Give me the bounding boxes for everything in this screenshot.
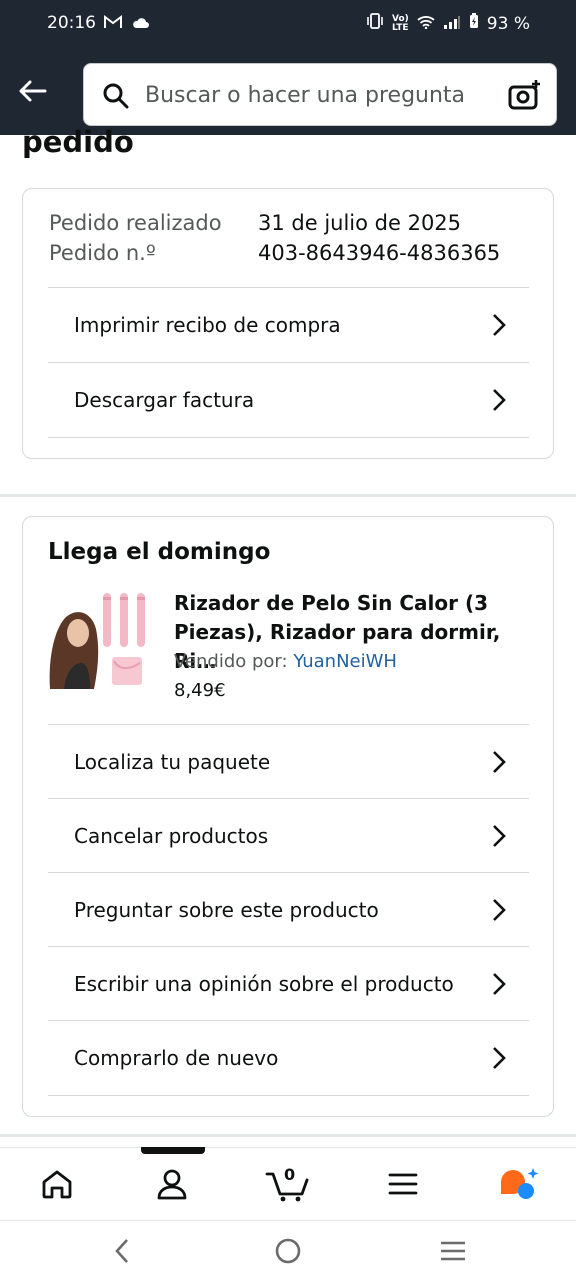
print-receipt-link[interactable]: Imprimir recibo de compra xyxy=(48,287,529,362)
download-invoice-link[interactable]: Descargar factura xyxy=(48,362,529,437)
nav-account[interactable] xyxy=(148,1164,196,1204)
chevron-right-icon xyxy=(485,896,513,924)
battery-level: 93 % xyxy=(486,13,530,34)
write-review-label: Escribir una opinión sobre el producto xyxy=(74,972,454,996)
chevron-right-icon xyxy=(485,822,513,850)
home-circle-icon xyxy=(275,1238,301,1264)
order-placed-value: 31 de julio de 2025 xyxy=(258,211,462,235)
active-tab-indicator xyxy=(141,1147,205,1154)
download-invoice-label: Descargar factura xyxy=(74,388,255,412)
signal-icon xyxy=(443,14,461,34)
system-nav-bar xyxy=(0,1220,576,1280)
back-chevron-icon xyxy=(115,1239,128,1263)
seller-info: Vendido por: YuanNeiWH xyxy=(174,651,397,672)
status-bar: 20:16 Vo) LTE 93 % xyxy=(0,0,576,48)
shipment-card: Llega el domingo Rizador de Pelo Sin Cal… xyxy=(22,516,554,1117)
product-image[interactable] xyxy=(48,589,152,693)
account-icon xyxy=(157,1169,187,1200)
write-review-link[interactable]: Escribir una opinión sobre el producto xyxy=(48,946,529,1021)
chevron-right-icon xyxy=(485,311,513,339)
track-package-link[interactable]: Localiza tu paquete xyxy=(48,724,529,799)
camera-search-icon[interactable] xyxy=(508,78,542,116)
track-package-label: Localiza tu paquete xyxy=(74,750,271,774)
home-icon xyxy=(42,1170,72,1199)
status-time: 20:16 xyxy=(47,13,96,33)
chevron-right-icon xyxy=(485,970,513,998)
buy-again-label: Comprarlo de nuevo xyxy=(74,1046,279,1070)
order-placed-label: Pedido realizado xyxy=(49,211,222,235)
nav-menu[interactable] xyxy=(379,1164,427,1204)
chevron-right-icon xyxy=(485,748,513,776)
order-number-value: 403-8643946-4836365 xyxy=(258,241,501,265)
ask-product-label: Preguntar sobre este producto xyxy=(74,898,379,922)
volte-icon: Vo) LTE xyxy=(392,13,409,33)
chevron-right-icon xyxy=(485,386,513,414)
search-header: Buscar o hacer una pregunta xyxy=(0,48,576,135)
search-icon xyxy=(102,82,130,114)
search-input[interactable]: Buscar o hacer una pregunta xyxy=(83,63,557,126)
rufus-icon xyxy=(501,1168,539,1199)
system-home-button[interactable] xyxy=(268,1235,308,1267)
cancel-items-link[interactable]: Cancelar productos xyxy=(48,798,529,873)
nav-cart[interactable]: 0 xyxy=(262,1164,314,1204)
ask-product-link[interactable]: Preguntar sobre este producto xyxy=(48,872,529,947)
system-recents-button[interactable] xyxy=(433,1235,473,1267)
gmail-icon xyxy=(104,14,122,34)
vibrate-icon xyxy=(366,13,384,34)
divider xyxy=(48,1095,529,1096)
battery-icon xyxy=(469,13,479,34)
back-arrow-icon xyxy=(19,80,47,102)
buy-again-link[interactable]: Comprarlo de nuevo xyxy=(48,1020,529,1095)
wifi-icon xyxy=(417,14,435,34)
bottom-nav: 0 xyxy=(0,1147,576,1219)
product-price: 8,49€ xyxy=(174,680,226,701)
cart-count-badge: 0 xyxy=(284,1165,296,1184)
section-divider xyxy=(0,1134,576,1137)
print-receipt-label: Imprimir recibo de compra xyxy=(74,313,341,337)
recents-icon xyxy=(441,1241,465,1261)
back-button[interactable] xyxy=(12,74,52,108)
delivery-status-title: Llega el domingo xyxy=(48,539,271,565)
cloud-icon xyxy=(132,14,150,34)
order-number-label: Pedido n.º xyxy=(49,241,156,265)
divider xyxy=(48,437,529,438)
nav-rufus[interactable] xyxy=(494,1164,542,1204)
order-info-card: Pedido realizado 31 de julio de 2025 Ped… xyxy=(22,188,554,459)
search-placeholder: Buscar o hacer una pregunta xyxy=(145,83,466,108)
cancel-items-label: Cancelar productos xyxy=(74,824,269,848)
chevron-right-icon xyxy=(485,1044,513,1072)
seller-name-link[interactable]: YuanNeiWH xyxy=(293,651,397,672)
page-title: pedido xyxy=(22,125,134,159)
nav-home[interactable] xyxy=(33,1164,81,1204)
section-divider xyxy=(0,494,576,497)
menu-icon xyxy=(388,1173,418,1195)
seller-label: Vendido por: xyxy=(174,651,288,672)
system-back-button[interactable] xyxy=(102,1235,142,1267)
